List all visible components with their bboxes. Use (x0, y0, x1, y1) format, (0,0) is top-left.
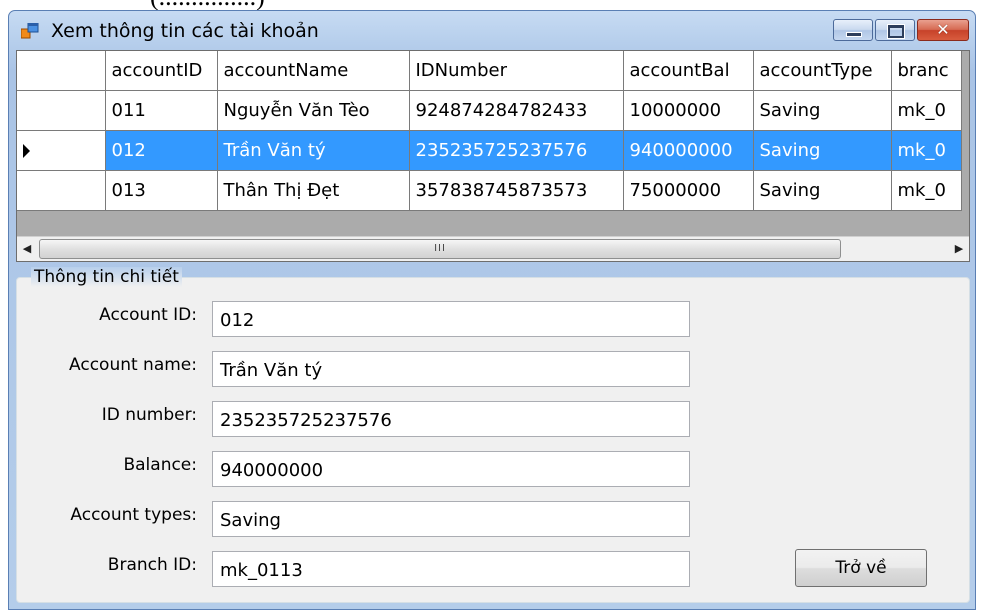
cell-account-type[interactable]: Saving (753, 130, 892, 171)
account-types-label: Account types: (70, 505, 197, 525)
balance-field[interactable]: 940000000 (212, 451, 690, 487)
grid-header-row: accountID accountName IDNumber accountBa… (17, 51, 962, 91)
accounts-grid[interactable]: accountID accountName IDNumber accountBa… (16, 50, 970, 262)
cell-account-balance[interactable]: 940000000 (623, 130, 754, 171)
horizontal-scrollbar[interactable]: ◀ III ▶ (17, 236, 969, 261)
cell-id-number[interactable]: 357838745873573 (409, 170, 624, 211)
row-header[interactable] (17, 170, 106, 211)
account-id-field[interactable]: 012 (212, 301, 690, 337)
column-header-accounttype[interactable]: accountType (753, 51, 892, 91)
maximize-button[interactable] (875, 19, 915, 41)
cell-account-id[interactable]: 011 (105, 90, 218, 131)
id-number-field[interactable]: 235235725237576 (212, 401, 690, 437)
column-header-accountbal[interactable]: accountBal (623, 51, 754, 91)
account-name-field[interactable]: Trần Văn tý (212, 351, 690, 387)
close-button[interactable] (917, 19, 969, 41)
cell-account-balance[interactable]: 75000000 (623, 170, 754, 211)
column-header-accountname[interactable]: accountName (217, 51, 410, 91)
cell-account-type[interactable]: Saving (753, 90, 892, 131)
main-window: Xem thông tin các tài khoản accountID ac… (8, 10, 976, 610)
minimize-button[interactable] (833, 19, 873, 41)
window-title: Xem thông tin các tài khoản (51, 20, 319, 42)
id-number-label: ID number: (101, 405, 197, 425)
table-row-selected[interactable]: 012 Trần Văn tý 235235725237576 94000000… (17, 130, 962, 171)
account-name-label: Account name: (69, 355, 197, 375)
cell-id-number[interactable]: 235235725237576 (409, 130, 624, 171)
cell-account-name[interactable]: Thân Thị Đẹt (217, 170, 410, 211)
account-types-field[interactable]: Saving (212, 501, 690, 537)
cell-account-name[interactable]: Trần Văn tý (217, 130, 410, 171)
cell-account-id[interactable]: 012 (105, 130, 218, 171)
scroll-left-arrow-icon[interactable]: ◀ (17, 237, 37, 261)
cell-account-name[interactable]: Nguyễn Văn Tèo (217, 90, 410, 131)
cell-account-type[interactable]: Saving (753, 170, 892, 211)
column-header-accountid[interactable]: accountID (105, 51, 218, 91)
cell-account-balance[interactable]: 10000000 (623, 90, 754, 131)
cell-branch[interactable]: mk_0 (891, 130, 962, 171)
account-id-label: Account ID: (99, 305, 197, 325)
row-header[interactable] (17, 90, 106, 131)
column-header-idnumber[interactable]: IDNumber (409, 51, 624, 91)
cell-account-id[interactable]: 013 (105, 170, 218, 211)
details-groupbox: Thông tin chi tiết Account ID: 012 Accou… (16, 267, 970, 603)
cell-branch[interactable]: mk_0 (891, 90, 962, 131)
row-header[interactable] (17, 130, 106, 171)
cell-id-number[interactable]: 924874284782433 (409, 90, 624, 131)
current-row-arrow-icon (23, 144, 30, 158)
grid-corner-cell (17, 51, 106, 91)
title-bar[interactable]: Xem thông tin các tài khoản (9, 11, 975, 51)
table-row[interactable]: 013 Thân Thị Đẹt 357838745873573 7500000… (17, 170, 962, 211)
balance-label: Balance: (123, 455, 197, 475)
branch-id-field[interactable]: mk_0113 (212, 551, 690, 587)
scrollbar-thumb[interactable]: III (39, 239, 841, 259)
back-button[interactable]: Trở về (795, 549, 927, 587)
accounts-table: accountID accountName IDNumber accountBa… (17, 51, 962, 211)
app-form-icon (21, 23, 39, 39)
details-legend: Thông tin chi tiết (31, 267, 182, 287)
cell-branch[interactable]: mk_0 (891, 170, 962, 211)
table-row[interactable]: 011 Nguyễn Văn Tèo 924874284782433 10000… (17, 90, 962, 131)
branch-id-label: Branch ID: (107, 555, 197, 575)
column-header-branch[interactable]: branc (891, 51, 962, 91)
scroll-right-arrow-icon[interactable]: ▶ (949, 237, 969, 261)
